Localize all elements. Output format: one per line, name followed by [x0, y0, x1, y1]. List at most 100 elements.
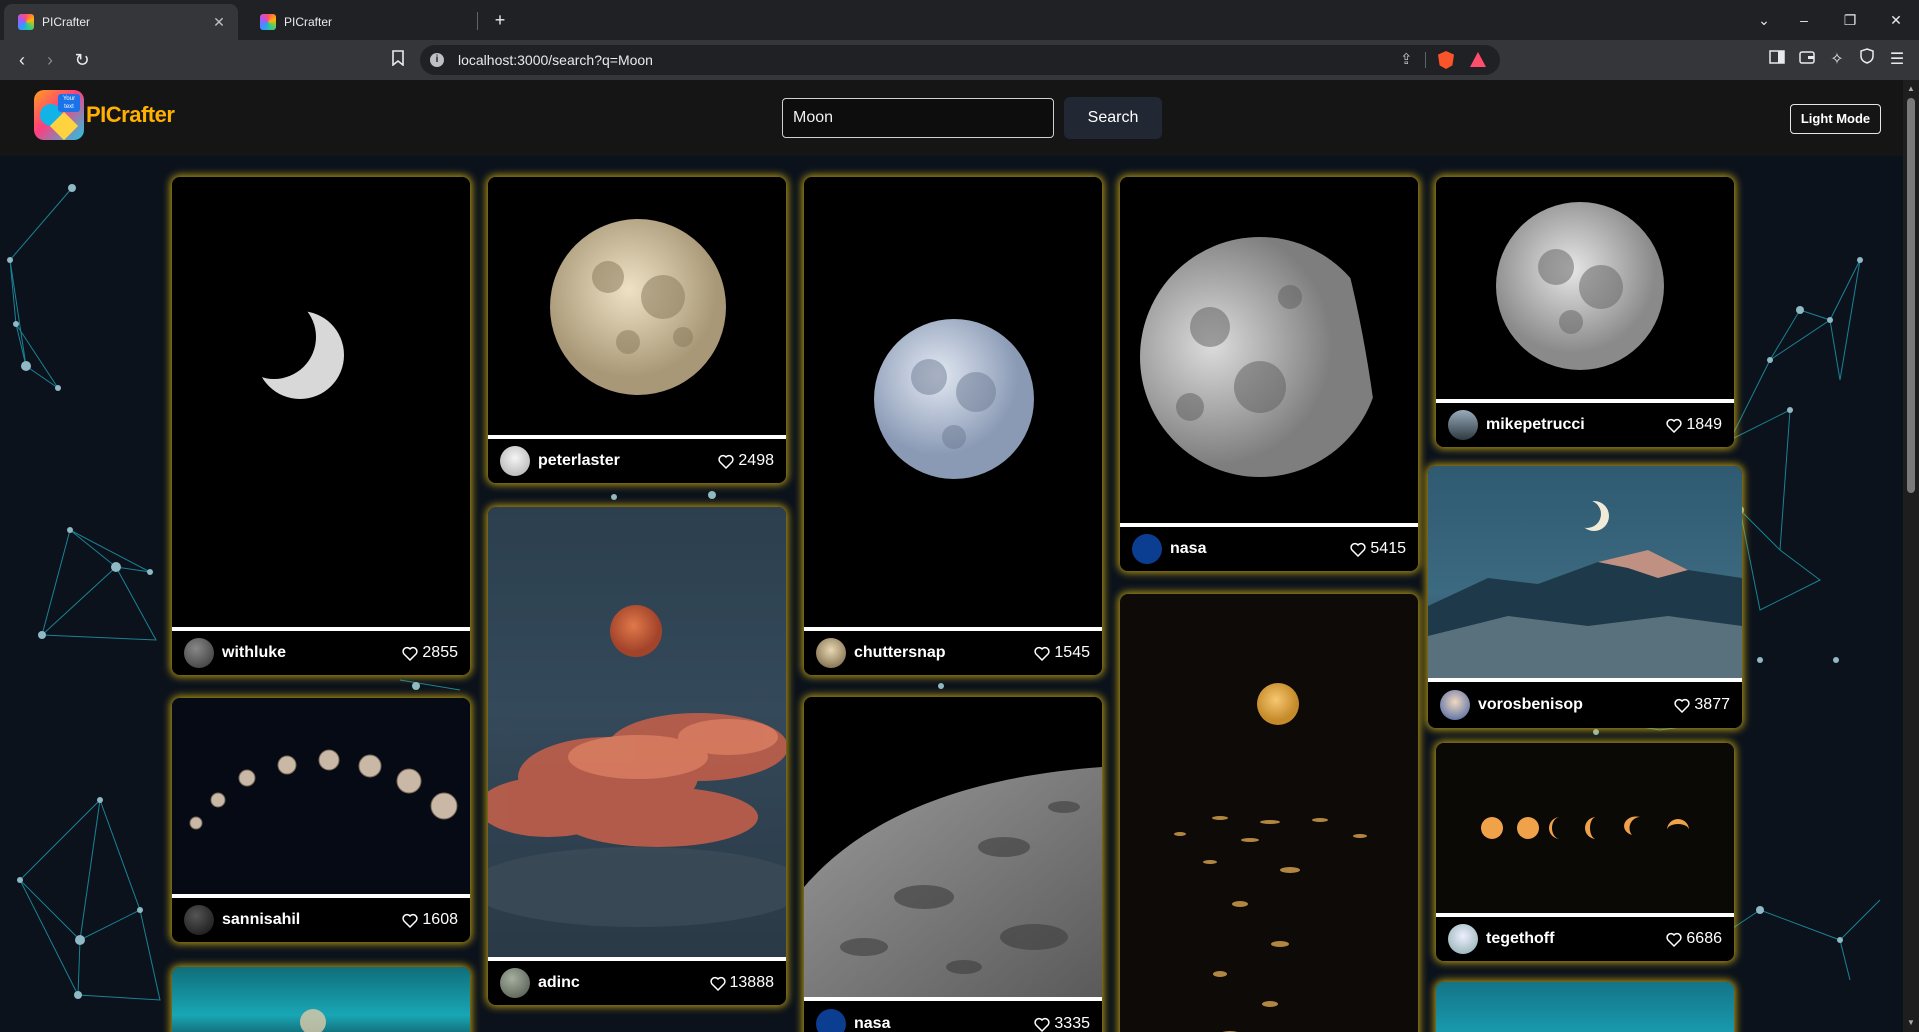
- card-likes[interactable]: 6686: [1666, 930, 1722, 948]
- card-image[interactable]: [488, 177, 786, 439]
- wallet-icon[interactable]: [1795, 48, 1819, 72]
- card-image[interactable]: [1436, 982, 1734, 1032]
- card-likes[interactable]: 1608: [402, 911, 458, 929]
- heart-icon: [1034, 646, 1051, 661]
- tab-close-icon[interactable]: ✕: [210, 14, 228, 31]
- card-image[interactable]: [1436, 743, 1734, 917]
- back-icon[interactable]: ‹: [10, 48, 34, 72]
- user-avatar[interactable]: [500, 968, 530, 998]
- image-card[interactable]: withluke 2855: [172, 177, 470, 675]
- card-image[interactable]: [1428, 466, 1742, 682]
- user-avatar[interactable]: [1448, 924, 1478, 954]
- card-username[interactable]: nasa: [1170, 540, 1206, 558]
- sidebar-icon[interactable]: [1765, 48, 1789, 72]
- card-image[interactable]: [300, 1009, 326, 1032]
- user-avatar[interactable]: [500, 446, 530, 476]
- card-likes[interactable]: 2498: [718, 452, 774, 470]
- bookmark-icon[interactable]: [386, 48, 410, 72]
- image-card[interactable]: [1120, 594, 1418, 1032]
- page-scrollbar[interactable]: ▲ ▼: [1903, 80, 1919, 1032]
- card-username[interactable]: withluke: [222, 644, 286, 662]
- browser-tab[interactable]: PICrafter: [246, 4, 476, 40]
- image-card[interactable]: nasa 3335: [804, 697, 1102, 1032]
- user-avatar[interactable]: [1448, 410, 1478, 440]
- card-image[interactable]: [1120, 177, 1418, 527]
- nasa-avatar[interactable]: [1132, 534, 1162, 564]
- heart-icon: [718, 454, 735, 469]
- image-card[interactable]: tegethoff 6686: [1436, 743, 1734, 961]
- user-avatar[interactable]: [1440, 690, 1470, 720]
- address-bar[interactable]: i localhost:3000/search?q=Moon ⇪: [420, 45, 1500, 75]
- card-username[interactable]: adinc: [538, 974, 580, 992]
- image-card[interactable]: [172, 967, 470, 1032]
- card-username[interactable]: sannisahil: [222, 911, 300, 929]
- image-card[interactable]: vorosbenisop 3877: [1428, 466, 1742, 728]
- card-likes[interactable]: 2855: [402, 644, 458, 662]
- card-image[interactable]: [1436, 177, 1734, 403]
- nasa-avatar[interactable]: [816, 1009, 846, 1032]
- card-username[interactable]: tegethoff: [1486, 930, 1554, 948]
- site-header: Your text PICrafter Moon Search Light Mo…: [0, 80, 1903, 156]
- picrafter-logo-icon[interactable]: Your text: [34, 90, 84, 140]
- image-card[interactable]: mikepetrucci 1849: [1436, 177, 1734, 447]
- card-username[interactable]: peterlaster: [538, 452, 620, 470]
- card-footer: withluke 2855: [172, 631, 470, 675]
- card-footer: nasa 3335: [804, 1001, 1102, 1032]
- scrollbar-thumb[interactable]: [1907, 98, 1915, 493]
- brave-rewards-icon[interactable]: [1470, 52, 1486, 67]
- site-info-icon[interactable]: i: [430, 53, 444, 67]
- card-likes[interactable]: 3877: [1674, 696, 1730, 714]
- card-image[interactable]: [488, 507, 786, 961]
- site-favicon-icon: [260, 14, 276, 30]
- image-card[interactable]: [1436, 982, 1734, 1032]
- image-card[interactable]: nasa 5415: [1120, 177, 1418, 571]
- scroll-up-arrow-icon[interactable]: ▲: [1906, 84, 1916, 93]
- restore-icon[interactable]: ❐: [1832, 8, 1868, 32]
- card-username[interactable]: chuttersnap: [854, 644, 946, 662]
- site-logo-text[interactable]: PICrafter: [86, 102, 175, 128]
- card-image[interactable]: [172, 698, 470, 898]
- vpn-icon[interactable]: [1855, 48, 1879, 72]
- light-mode-toggle-button[interactable]: Light Mode: [1790, 104, 1881, 134]
- user-avatar[interactable]: [184, 905, 214, 935]
- image-card[interactable]: peterlaster 2498: [488, 177, 786, 483]
- likes-count: 1545: [1054, 644, 1090, 661]
- likes-count: 3335: [1054, 1015, 1090, 1032]
- card-username[interactable]: nasa: [854, 1015, 890, 1032]
- card-image[interactable]: [172, 177, 470, 631]
- card-image[interactable]: [1120, 594, 1418, 1032]
- window-close-icon[interactable]: ✕: [1878, 8, 1914, 32]
- card-username[interactable]: mikepetrucci: [1486, 416, 1585, 434]
- brave-shields-icon[interactable]: [1438, 51, 1454, 69]
- search-button[interactable]: Search: [1064, 97, 1162, 139]
- image-card[interactable]: sannisahil 1608: [172, 698, 470, 942]
- share-icon[interactable]: ⇪: [1400, 50, 1413, 68]
- card-likes[interactable]: 1545: [1034, 644, 1090, 662]
- card-footer: tegethoff 6686: [1436, 917, 1734, 961]
- image-card[interactable]: adinc 13888: [488, 507, 786, 1005]
- card-likes[interactable]: 3335: [1034, 1015, 1090, 1032]
- minimize-icon[interactable]: –: [1786, 8, 1822, 32]
- menu-icon[interactable]: ☰: [1885, 48, 1909, 72]
- card-likes[interactable]: 5415: [1350, 540, 1406, 558]
- url-text[interactable]: localhost:3000/search?q=Moon: [458, 52, 653, 68]
- new-tab-plus-icon[interactable]: +: [488, 8, 512, 32]
- card-footer: sannisahil 1608: [172, 898, 470, 942]
- card-username[interactable]: vorosbenisop: [1478, 696, 1583, 714]
- card-image[interactable]: [804, 697, 1102, 1001]
- tab-search-chevron-icon[interactable]: ⌄: [1746, 8, 1782, 32]
- reload-icon[interactable]: ↻: [70, 48, 94, 72]
- forward-icon[interactable]: ›: [38, 48, 62, 72]
- image-card[interactable]: chuttersnap 1545: [804, 177, 1102, 675]
- card-likes[interactable]: 1849: [1666, 416, 1722, 434]
- card-image[interactable]: [804, 177, 1102, 631]
- user-avatar[interactable]: [184, 638, 214, 668]
- browser-tab-active[interactable]: PICrafter ✕: [4, 4, 238, 40]
- scroll-down-arrow-icon[interactable]: ▼: [1906, 1018, 1916, 1027]
- search-input[interactable]: Moon: [782, 98, 1054, 138]
- user-avatar[interactable]: [816, 638, 846, 668]
- leo-ai-icon[interactable]: ✧: [1825, 48, 1849, 72]
- browser-tab-bar: PICrafter ✕ PICrafter + ⌄ – ❐ ✕: [0, 0, 1919, 40]
- heart-icon: [1034, 1017, 1051, 1032]
- card-likes[interactable]: 13888: [709, 974, 774, 992]
